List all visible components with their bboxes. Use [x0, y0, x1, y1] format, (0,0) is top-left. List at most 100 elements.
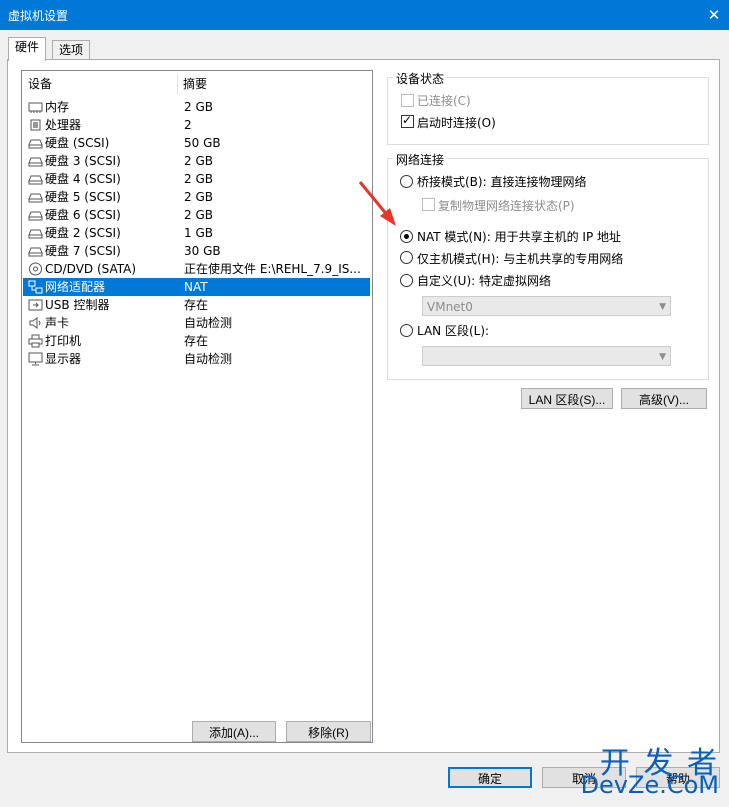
lan-segment-label: LAN 区段(L):: [417, 324, 490, 338]
device-summary: 正在使用文件 E:\REHL_7.9_IS...: [184, 262, 361, 276]
device-summary: 自动检测: [184, 352, 233, 366]
ok-button[interactable]: 确定: [448, 767, 532, 788]
device-row[interactable]: 硬盘 6 (SCSI) 2 GB: [23, 206, 370, 224]
device-summary: 2 GB: [184, 190, 213, 204]
device-name: 硬盘 7 (SCSI): [45, 244, 121, 258]
device-name: USB 控制器: [45, 298, 110, 312]
add-button[interactable]: 添加(A)...: [192, 721, 276, 742]
device-row[interactable]: 处理器 2: [23, 116, 370, 134]
device-name: 声卡: [45, 316, 70, 330]
device-list[interactable]: 设备 摘要 内存 2 GB 处理器 2 硬盘 (SCSI) 50 GB 硬盘 3 (SCSI…: [21, 70, 373, 743]
device-name: 显示器: [45, 352, 82, 366]
device-row[interactable]: 显示器 自动检测: [23, 350, 370, 368]
device-summary: 自动检测: [184, 316, 233, 330]
watermark-site: DevZe.CoM: [580, 771, 719, 799]
connected-checkbox[interactable]: [401, 94, 414, 107]
device-summary: NAT: [184, 280, 208, 294]
lan-segment-dropdown[interactable]: ▼: [422, 346, 671, 366]
hard-disk-icon: [28, 244, 43, 258]
red-arrow-icon: [358, 181, 396, 226]
device-row[interactable]: 硬盘 2 (SCSI) 1 GB: [23, 224, 370, 242]
hard-disk-icon: [28, 136, 43, 150]
device-row[interactable]: 硬盘 4 (SCSI) 2 GB: [23, 170, 370, 188]
device-summary: 2 GB: [184, 154, 213, 168]
checkmark-icon: ✓: [402, 113, 413, 127]
device-row[interactable]: CD/DVD (SATA) 正在使用文件 E:\REHL_7.9_IS...: [23, 260, 370, 278]
title-bar: 虚拟机设置 ✕: [0, 0, 729, 30]
sound-card-icon: [28, 316, 43, 330]
replicate-state-label: 复制物理网络连接状态(P): [438, 199, 575, 213]
column-divider: [177, 74, 178, 94]
device-name: 硬盘 5 (SCSI): [45, 190, 121, 204]
device-row[interactable]: USB 控制器 存在: [23, 296, 370, 314]
nat-label: NAT 模式(N): 用于共享主机的 IP 地址: [417, 230, 622, 244]
device-summary: 50 GB: [184, 136, 221, 150]
bridged-label: 桥接模式(B): 直接连接物理网络: [417, 175, 587, 189]
column-header-summary[interactable]: 摘要: [183, 75, 207, 93]
host-only-radio[interactable]: [400, 251, 413, 264]
remove-button[interactable]: 移除(R): [286, 721, 371, 742]
device-name: 网络适配器: [45, 280, 106, 294]
lan-segments-button[interactable]: LAN 区段(S)...: [521, 388, 613, 409]
device-name: 打印机: [45, 334, 82, 348]
device-name: 硬盘 4 (SCSI): [45, 172, 121, 186]
hard-disk-icon: [28, 172, 43, 186]
device-status-group: [387, 77, 709, 145]
device-row[interactable]: 打印机 存在: [23, 332, 370, 350]
custom-radio[interactable]: [400, 274, 413, 287]
device-row[interactable]: 硬盘 3 (SCSI) 2 GB: [23, 152, 370, 170]
device-name: 硬盘 6 (SCSI): [45, 208, 121, 222]
device-row[interactable]: 声卡 自动检测: [23, 314, 370, 332]
network-adapter-icon: [28, 280, 43, 294]
custom-network-value: VMnet0: [427, 300, 473, 314]
host-only-label: 仅主机模式(H): 与主机共享的专用网络: [417, 252, 624, 266]
device-row[interactable]: 网络适配器 NAT: [23, 278, 370, 296]
connected-label: 已连接(C): [417, 94, 471, 108]
device-summary: 30 GB: [184, 244, 221, 258]
device-row[interactable]: 硬盘 (SCSI) 50 GB: [23, 134, 370, 152]
usb-icon: [28, 298, 43, 312]
device-name: 硬盘 2 (SCSI): [45, 226, 121, 240]
device-summary: 存在: [184, 298, 209, 312]
hard-disk-icon: [28, 226, 43, 240]
device-name: 内存: [45, 100, 70, 114]
nat-radio[interactable]: [400, 230, 413, 243]
device-summary: 存在: [184, 334, 209, 348]
custom-network-dropdown[interactable]: VMnet0 ▼: [422, 296, 671, 316]
device-name: 硬盘 3 (SCSI): [45, 154, 121, 168]
tab-options[interactable]: 选项: [52, 40, 91, 60]
device-row[interactable]: 内存 2 GB: [23, 98, 370, 116]
chevron-down-icon: ▼: [659, 302, 666, 312]
printer-icon: [28, 334, 43, 348]
device-summary: 2: [184, 118, 192, 132]
close-button[interactable]: ✕: [699, 0, 729, 30]
connect-at-power-on-checkbox[interactable]: ✓: [401, 113, 414, 128]
device-name: CD/DVD (SATA): [45, 262, 137, 276]
tab-hardware[interactable]: 硬件: [8, 37, 47, 61]
connect-at-power-on-label: 启动时连接(O): [417, 116, 496, 130]
advanced-button[interactable]: 高级(V)...: [621, 388, 707, 409]
hard-disk-icon: [28, 208, 43, 222]
device-row[interactable]: 硬盘 7 (SCSI) 30 GB: [23, 242, 370, 260]
device-row[interactable]: 硬盘 5 (SCSI) 2 GB: [23, 188, 370, 206]
device-summary: 1 GB: [184, 226, 213, 240]
lan-segment-radio[interactable]: [400, 324, 413, 337]
window-title: 虚拟机设置: [8, 9, 69, 23]
processor-icon: [28, 118, 43, 132]
device-summary: 2 GB: [184, 208, 213, 222]
chevron-down-icon: ▼: [659, 352, 666, 362]
cd-dvd-icon: [28, 262, 43, 276]
display-icon: [28, 352, 43, 366]
bridged-radio[interactable]: [400, 175, 413, 188]
custom-label: 自定义(U): 特定虚拟网络: [417, 274, 552, 288]
device-name: 处理器: [45, 118, 82, 132]
column-header-device[interactable]: 设备: [28, 75, 52, 93]
device-summary: 2 GB: [184, 100, 213, 114]
network-connection-title: 网络连接: [393, 151, 448, 168]
radio-selected-dot: [404, 234, 409, 239]
memory-icon: [28, 100, 43, 114]
device-summary: 2 GB: [184, 172, 213, 186]
device-name: 硬盘 (SCSI): [45, 136, 110, 150]
device-status-title: 设备状态: [393, 70, 448, 87]
replicate-state-checkbox[interactable]: [422, 198, 435, 211]
